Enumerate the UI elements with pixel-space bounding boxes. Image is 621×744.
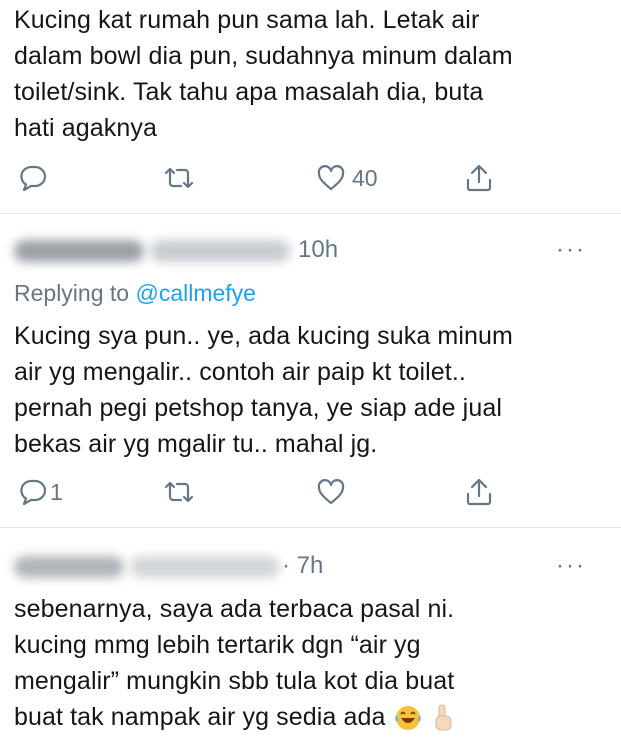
reply-icon	[20, 165, 47, 192]
reply-icon	[20, 479, 47, 506]
replying-to: Replying to @callmefye	[14, 280, 256, 307]
pointing-up-emoji	[435, 704, 452, 731]
replying-label: Replying to	[14, 280, 136, 306]
more-options-icon[interactable]: ···	[556, 552, 586, 580]
retweet-button[interactable]	[162, 158, 196, 198]
tweet-actions: 40	[0, 158, 621, 198]
like-button[interactable]: 40	[316, 158, 378, 198]
tweet-line-text: buat tak nampak air yg sedia ada	[14, 703, 386, 731]
share-icon	[466, 164, 492, 192]
tweet-line: mengalir” mungkin sbb tula kot dia buat	[14, 667, 455, 695]
tweet-line: dalam bowl dia pun, sudahnya minum dalam	[14, 42, 513, 70]
tweet-text: Kucing kat rumah pun sama lah. Letak air…	[14, 2, 513, 146]
divider	[0, 527, 621, 528]
more-options-icon[interactable]: ···	[556, 236, 586, 264]
share-icon	[466, 478, 492, 506]
retweet-icon	[164, 167, 194, 189]
tweet-line: air yg mengalir.. contoh air paip kt toi…	[14, 358, 466, 386]
tweet-actions: 1	[0, 472, 621, 512]
heart-icon	[317, 165, 345, 191]
tweet-text: sebenarnya, saya ada terbaca pasal ni. k…	[14, 591, 456, 735]
reply-button[interactable]: 1	[18, 472, 63, 512]
tweet-time[interactable]: · 7h	[282, 552, 323, 580]
like-count: 40	[352, 164, 378, 191]
divider	[0, 213, 621, 214]
tweet-line: sebenarnya, saya ada terbaca pasal ni.	[14, 595, 455, 623]
retweet-icon	[164, 481, 194, 503]
tweet-line: Kucing sya pun.. ye, ada kucing suka min…	[14, 322, 513, 350]
tweet-line: Kucing kat rumah pun sama lah. Letak air	[14, 6, 480, 34]
reply-button[interactable]	[18, 158, 54, 198]
tweet-time[interactable]: 10h	[298, 236, 338, 264]
like-button[interactable]	[316, 472, 352, 512]
tweet-line: buat tak nampak air yg sedia ada	[14, 699, 456, 735]
tweet-line: bekas air yg mgalir tu.. mahal jg.	[14, 430, 378, 458]
tweet-line: kucing mmg lebih tertarik dgn “air yg	[14, 631, 421, 659]
tweet-line: hati agaknya	[14, 114, 157, 142]
retweet-button[interactable]	[162, 472, 196, 512]
tweet-line: pernah pegi petshop tanya, ye siap ade j…	[14, 394, 502, 422]
tweet-text: Kucing sya pun.. ye, ada kucing suka min…	[14, 318, 513, 462]
reply-count: 1	[50, 478, 63, 505]
tweet-line: toilet/sink. Tak tahu apa masalah dia, b…	[14, 78, 484, 106]
share-button[interactable]	[464, 472, 494, 512]
share-button[interactable]	[464, 158, 494, 198]
replying-handle-link[interactable]: @callmefye	[135, 280, 256, 306]
heart-icon	[317, 479, 345, 505]
laughing-tears-emoji	[394, 706, 421, 731]
